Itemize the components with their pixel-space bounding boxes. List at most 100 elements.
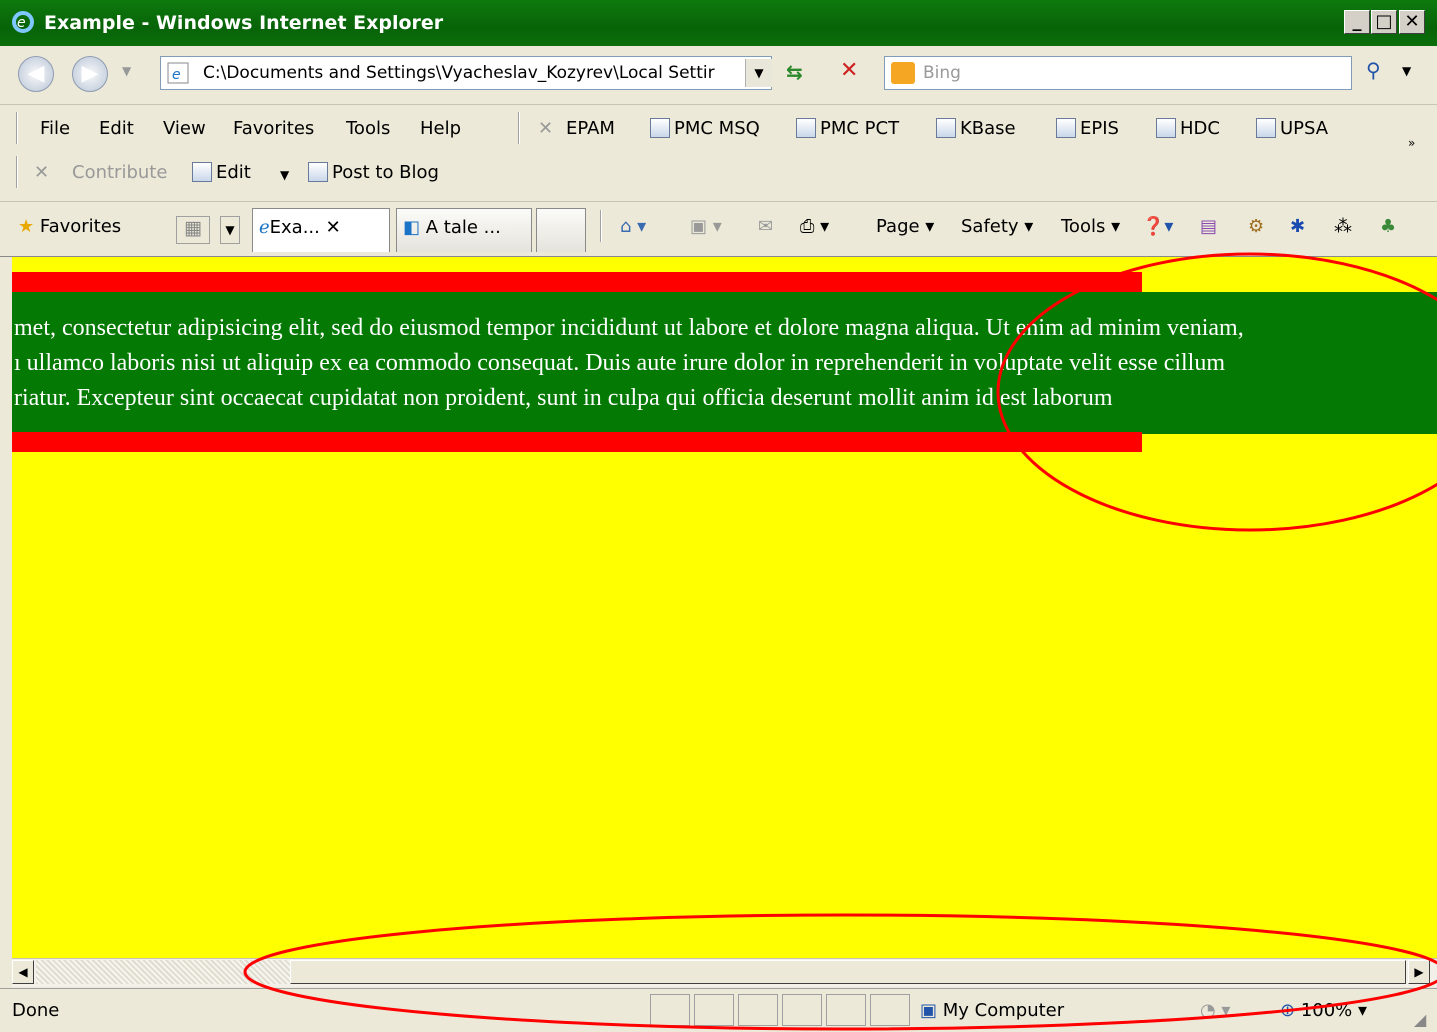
refresh-icon[interactable]: ⇆: [786, 60, 803, 84]
red-stripe-bottom: [12, 432, 1142, 452]
link-pmc-msq-label: PMC MSQ: [674, 118, 760, 139]
tab-list-dropdown-icon[interactable]: ▼: [220, 216, 240, 244]
contribute-button[interactable]: Contribute: [72, 162, 167, 183]
status-text: Done: [12, 1000, 60, 1021]
link-upsa[interactable]: UPSA: [1256, 118, 1328, 139]
extension-icon[interactable]: ♣: [1380, 216, 1396, 237]
kbase-icon: [936, 118, 956, 138]
hdc-icon: [1156, 118, 1176, 138]
tab-example[interactable]: ℯExa... ✕: [252, 208, 390, 252]
text-line: ı ullamco laboris nisi ut aliquip ex ea …: [14, 350, 1226, 376]
tools-menu[interactable]: Tools ▾: [1061, 216, 1120, 237]
divider: [16, 112, 18, 144]
pmc-msq-icon: [650, 118, 670, 138]
upsa-icon: [1256, 118, 1276, 138]
page-content: met, consectetur adipisicing elit, sed d…: [12, 257, 1437, 958]
close-contribute-icon[interactable]: ✕: [34, 162, 49, 183]
status-cell: [826, 994, 866, 1026]
feeds-icon[interactable]: ▣ ▾: [690, 216, 722, 237]
tab-a-tale[interactable]: ◧ A tale ...: [396, 208, 532, 252]
scroll-left-button[interactable]: ◀: [12, 960, 34, 984]
history-dropdown-icon[interactable]: ▼: [122, 64, 131, 78]
text-line: met, consectetur adipisicing elit, sed d…: [14, 315, 1244, 341]
security-zone-label: My Computer: [942, 1000, 1065, 1021]
scroll-thumb[interactable]: [290, 960, 1406, 984]
title-bar: e Example - Windows Internet Explorer _ …: [0, 0, 1437, 46]
star-icon: ★: [18, 216, 35, 237]
resize-grip-icon[interactable]: ◢: [1414, 1010, 1426, 1029]
status-cell: [650, 994, 690, 1026]
quick-tabs-icon[interactable]: ▦: [176, 216, 210, 244]
edit-button[interactable]: Edit: [192, 162, 251, 183]
protected-mode-icon[interactable]: ◔ ▾: [1200, 1000, 1230, 1021]
page-icon: e: [167, 62, 189, 84]
menu-tools[interactable]: Tools: [346, 118, 390, 139]
ie-logo-icon: e: [12, 11, 34, 33]
favorites-label: Favorites: [39, 216, 122, 237]
help-icon[interactable]: ❓▾: [1142, 216, 1173, 237]
close-links-icon[interactable]: ✕: [538, 118, 553, 139]
red-stripe-top: [12, 272, 1142, 292]
menu-edit[interactable]: Edit: [99, 118, 134, 139]
ie-tab-icon: ℯ: [259, 217, 270, 238]
page-menu[interactable]: Page ▾: [876, 216, 934, 237]
safety-menu[interactable]: Safety ▾: [961, 216, 1033, 237]
close-tab-icon[interactable]: ✕: [326, 217, 341, 238]
status-cell: [694, 994, 734, 1026]
link-epis-label: EPIS: [1080, 118, 1119, 139]
menu-help[interactable]: Help: [420, 118, 461, 139]
home-icon[interactable]: ⌂ ▾: [620, 216, 646, 237]
menu-favorites[interactable]: Favorites: [233, 118, 314, 139]
divider: [16, 156, 18, 188]
close-button[interactable]: ✕: [1399, 10, 1425, 34]
zoom-control[interactable]: ⊕ 100% ▾: [1280, 1000, 1367, 1021]
security-zone[interactable]: ▣ My Computer: [920, 1000, 1064, 1021]
menu-file[interactable]: File: [40, 118, 70, 139]
bluetooth-icon[interactable]: ✱: [1290, 216, 1305, 237]
favorites-button[interactable]: ★ Favorites: [18, 216, 121, 237]
address-url: C:\Documents and Settings\Vyacheslav_Koz…: [203, 63, 715, 83]
scroll-track[interactable]: [36, 960, 290, 984]
menu-view[interactable]: View: [163, 118, 206, 139]
mail-icon[interactable]: ✉: [758, 216, 773, 237]
grid-icon[interactable]: ⁂: [1334, 216, 1352, 237]
pmc-pct-icon: [796, 118, 816, 138]
svg-text:e: e: [17, 15, 26, 31]
new-tab-button[interactable]: [536, 208, 586, 252]
link-pmc-pct[interactable]: PMC PCT: [796, 118, 899, 139]
text-line: riatur. Excepteur sint occaecat cupidata…: [14, 385, 1113, 411]
computer-icon: ▣: [920, 1000, 938, 1021]
search-input[interactable]: Bing: [884, 56, 1352, 90]
edit-label: Edit: [216, 162, 251, 183]
page-tab-icon: ◧: [403, 217, 421, 238]
link-kbase[interactable]: KBase: [936, 118, 1016, 139]
back-button[interactable]: ◀: [18, 56, 54, 92]
link-hdc-label: HDC: [1180, 118, 1220, 139]
print-icon[interactable]: ⎙ ▾: [800, 216, 829, 237]
link-pmc-pct-label: PMC PCT: [820, 118, 900, 139]
addon-icon[interactable]: ⚙: [1248, 216, 1264, 237]
address-field[interactable]: e C:\Documents and Settings\Vyacheslav_K…: [160, 56, 772, 90]
research-icon[interactable]: ▤: [1200, 216, 1217, 237]
epis-icon: [1056, 118, 1076, 138]
link-hdc[interactable]: HDC: [1156, 118, 1220, 139]
link-epis[interactable]: EPIS: [1056, 118, 1119, 139]
search-icon[interactable]: ⚲: [1366, 58, 1396, 88]
forward-button[interactable]: ▶: [72, 56, 108, 92]
divider: [518, 112, 520, 144]
minimize-button[interactable]: _: [1344, 10, 1370, 34]
chevron-more-icon[interactable]: »: [1408, 136, 1415, 150]
search-options-icon[interactable]: ▼: [1402, 64, 1411, 78]
post-to-blog-button[interactable]: Post to Blog: [308, 162, 439, 183]
link-pmc-msq[interactable]: PMC MSQ: [650, 118, 760, 139]
status-cell: [738, 994, 778, 1026]
maximize-button[interactable]: □: [1371, 10, 1397, 34]
link-kbase-label: KBase: [960, 118, 1016, 139]
address-dropdown-icon[interactable]: ▼: [745, 59, 772, 87]
edit-dropdown-icon[interactable]: ▼: [280, 168, 289, 182]
scroll-right-button[interactable]: ▶: [1408, 960, 1430, 984]
bing-icon: [891, 62, 915, 84]
stop-icon[interactable]: ✕: [840, 58, 858, 83]
link-epam[interactable]: EPAM: [566, 118, 615, 139]
divider: [600, 210, 602, 242]
